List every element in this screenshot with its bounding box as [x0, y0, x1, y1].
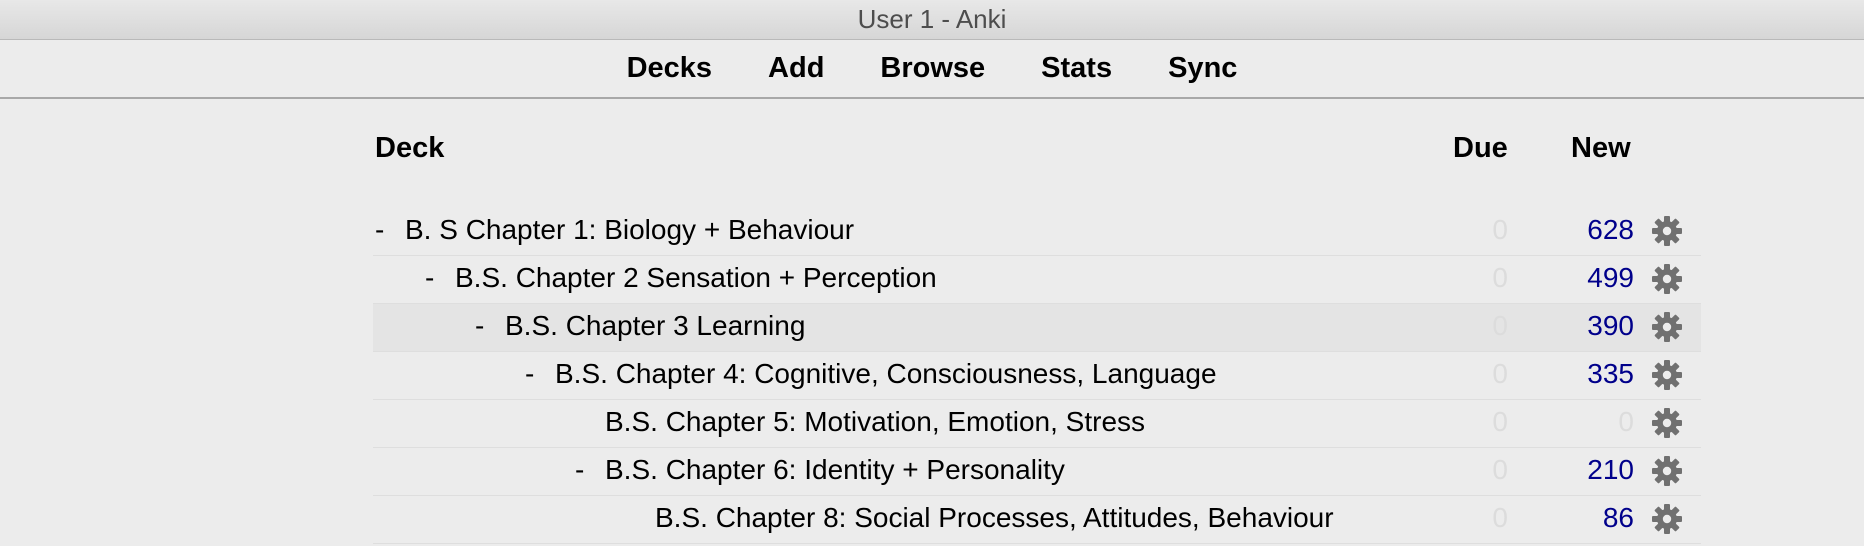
deck-name-link[interactable]: B.S. Chapter 4: Cognitive, Consciousness… [555, 358, 1217, 390]
collapse-toggle[interactable]: - [475, 310, 484, 342]
toolbar-browse-link[interactable]: Browse [852, 52, 1013, 85]
due-count: 0 [1492, 406, 1508, 437]
due-count: 0 [1492, 358, 1508, 389]
header-new: New [1571, 132, 1631, 164]
new-count: 210 [1587, 454, 1634, 485]
due-count: 0 [1492, 214, 1508, 245]
toolbar-stats-link[interactable]: Stats [1013, 52, 1140, 85]
deck-name-link[interactable]: B.S. Chapter 3 Learning [505, 310, 805, 342]
gear-icon[interactable] [1651, 311, 1683, 343]
gear-icon[interactable] [1651, 407, 1683, 439]
deck-name-link[interactable]: B. S Chapter 1: Biology + Behaviour [405, 214, 854, 246]
new-count: 628 [1587, 214, 1634, 245]
collapse-toggle[interactable]: - [525, 358, 534, 390]
deck-row: - B.S. Chapter 3 Learning 0 390 [373, 304, 1701, 352]
header-deck: Deck [375, 132, 445, 164]
deck-table: Deck Due New - B. S Chapter 1: Biology + … [373, 112, 1701, 544]
gear-icon[interactable] [1651, 215, 1683, 247]
due-count: 0 [1492, 502, 1508, 533]
collapse-toggle[interactable]: - [575, 454, 584, 486]
deck-list: - B. S Chapter 1: Biology + Behaviour 0 628… [373, 208, 1701, 544]
due-count: 0 [1492, 454, 1508, 485]
gear-icon[interactable] [1651, 359, 1683, 391]
due-count: 0 [1492, 262, 1508, 293]
deck-row: - B.S. Chapter 4: Cognitive, Consciousnes… [373, 352, 1701, 400]
collapse-toggle[interactable]: - [425, 262, 434, 294]
new-count: 499 [1587, 262, 1634, 293]
due-count: 0 [1492, 310, 1508, 341]
deck-row: B.S. Chapter 8: Social Processes, Attitu… [373, 496, 1701, 544]
deck-row: - B. S Chapter 1: Biology + Behaviour 0 628 [373, 208, 1701, 256]
window-title: User 1 - Anki [857, 4, 1007, 34]
new-count: 0 [1618, 406, 1634, 437]
deck-name-link[interactable]: B.S. Chapter 2 Sensation + Perception [455, 262, 937, 294]
toolbar-decks-link[interactable]: Decks [599, 52, 740, 85]
gear-icon[interactable] [1651, 503, 1683, 535]
new-count: 335 [1587, 358, 1634, 389]
main-toolbar: Decks Add Browse Stats Sync [0, 40, 1864, 99]
toolbar-sync-link[interactable]: Sync [1140, 52, 1265, 85]
new-count: 390 [1587, 310, 1634, 341]
header-due: Due [1453, 132, 1508, 164]
deck-name-link[interactable]: B.S. Chapter 8: Social Processes, Attitu… [655, 502, 1334, 534]
toolbar-add-link[interactable]: Add [740, 52, 852, 85]
collapse-toggle[interactable]: - [375, 214, 384, 246]
gear-icon[interactable] [1651, 263, 1683, 295]
deck-name-link[interactable]: B.S. Chapter 5: Motivation, Emotion, Str… [605, 406, 1145, 438]
deck-row: - B.S. Chapter 2 Sensation + Perception 0 4… [373, 256, 1701, 304]
gear-icon[interactable] [1651, 455, 1683, 487]
deck-row: B.S. Chapter 5: Motivation, Emotion, Str… [373, 400, 1701, 448]
deck-table-header: Deck Due New [373, 112, 1701, 186]
window-titlebar: User 1 - Anki [0, 0, 1864, 40]
deck-name-link[interactable]: B.S. Chapter 6: Identity + Personality [605, 454, 1065, 486]
new-count: 86 [1602, 502, 1634, 533]
deck-row: - B.S. Chapter 6: Identity + Personality 0… [373, 448, 1701, 496]
